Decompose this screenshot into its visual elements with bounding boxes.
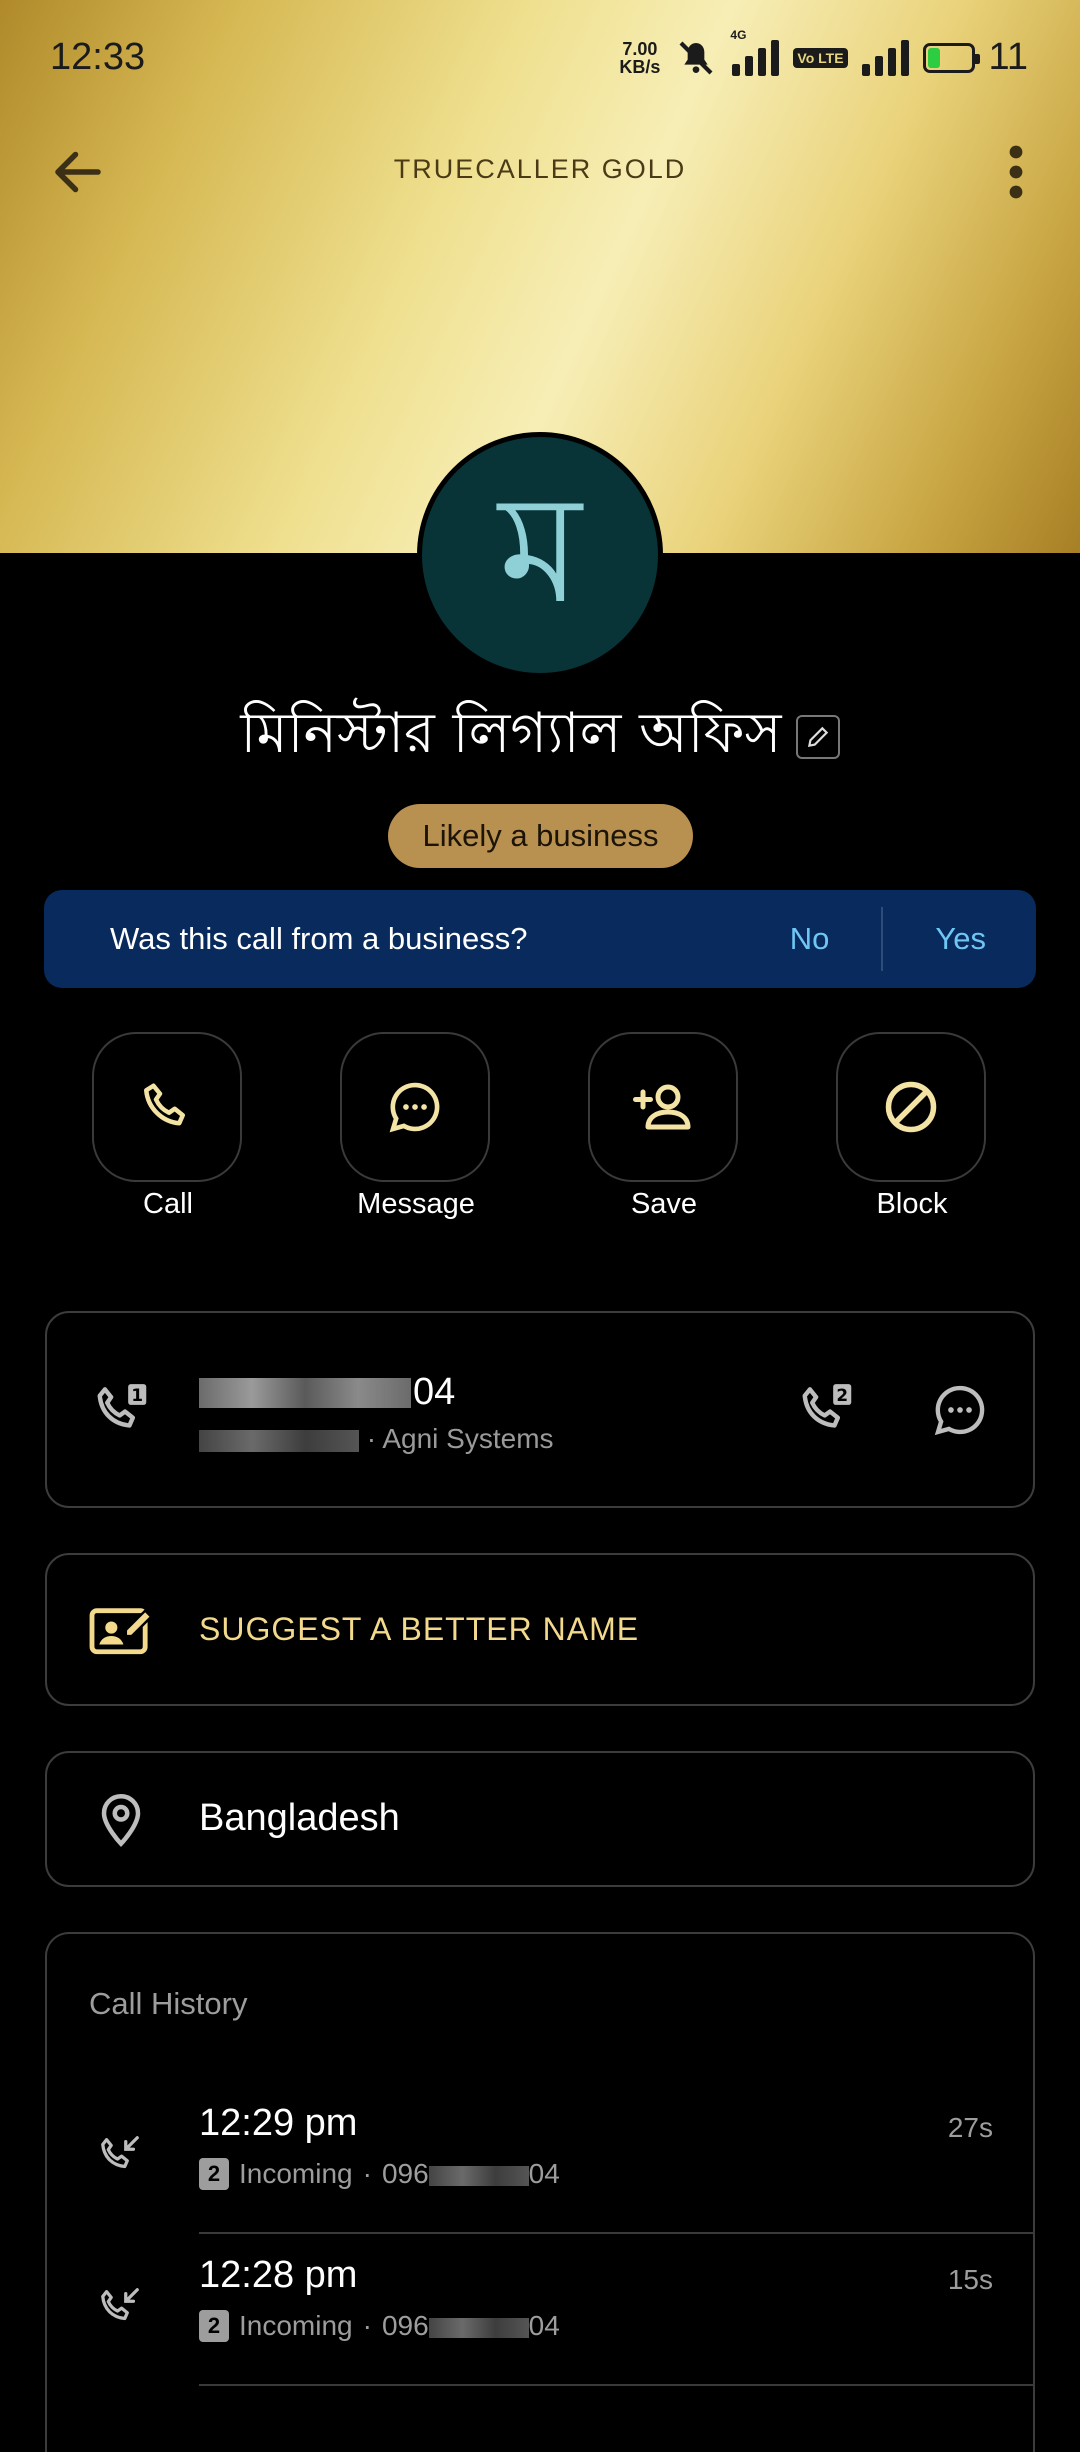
business-survey-banner: Was this call from a business? No Yes [44,890,1036,988]
call-history-row[interactable]: 12:28 pm 2 Incoming · 096 04 15s [47,2254,1035,2404]
suggest-name-label: SUGGEST A BETTER NAME [199,1611,640,1647]
battery-icon [922,42,980,73]
block-action[interactable]: Block [836,1032,988,1221]
suggest-name-card[interactable]: SUGGEST A BETTER NAME [45,1553,1035,1706]
network-speed: 7.00 KB/s [619,38,661,77]
sim2-icon: 2 [199,2310,229,2342]
sim2-call-icon[interactable]: 2 [797,1379,859,1441]
call-type: Incoming [239,2310,353,2341]
call-duration: 15s [947,2264,993,2295]
carrier-name: Agni Systems [382,1423,554,1454]
call-history-title: Call History [89,1986,248,2021]
business-badge: Likely a business [388,804,693,868]
sim2-icon: 2 [199,2158,229,2190]
call-history-card: Call History 12:29 pm 2 Incoming · 096 04… [45,1932,1035,2452]
page-title: TRUECALLER GOLD [393,154,687,184]
sim1-call-icon: 1 [97,1384,147,1428]
number-details: · Agni Systems [199,1423,554,1455]
call-action[interactable]: Call [92,1032,244,1221]
pencil-icon [807,726,828,748]
battery-level: 11 [988,36,1028,78]
call-time: 12:29 pm [199,2102,358,2144]
call-type: Incoming [239,2158,353,2189]
svg-text:2: 2 [836,1385,848,1405]
save-button[interactable] [588,1032,738,1182]
survey-yes-button[interactable]: Yes [935,921,986,957]
call-time: 12:28 pm [199,2254,358,2296]
more-options-icon[interactable] [996,142,1036,202]
avatar-letter: ম [498,463,582,637]
volte-icon: Vo LTE [793,47,848,68]
edit-contact-card-icon [89,1608,153,1655]
location-pin-icon [101,1793,141,1848]
location-card[interactable]: Bangladesh [45,1751,1035,1887]
survey-no-button[interactable]: No [790,921,830,957]
save-action[interactable]: Save [588,1032,740,1221]
row-divider [199,2232,1035,2234]
call-button[interactable] [92,1032,242,1182]
survey-question: Was this call from a business? [110,921,528,956]
status-time: 12:33 [50,36,146,78]
call-details: 2 Incoming · 096 04 [199,2158,560,2190]
contact-name: মিনিস্টার লিগ্যাল অফিস [240,701,782,766]
svg-text:1: 1 [131,1385,143,1405]
call-label: Call [143,1188,193,1220]
call-duration: 27s [947,2112,993,2143]
message-label: Message [357,1188,475,1220]
location-label: Bangladesh [199,1797,400,1839]
signal-sim1: 4G [730,28,780,76]
action-buttons: Call Message Save Block [0,1032,1080,1222]
block-button[interactable] [836,1032,986,1182]
redacted-country [199,1429,359,1452]
message-button[interactable] [340,1032,490,1182]
status-icons: 7.00 KB/s 4G Vo LTE 11 [619,28,1028,79]
message-bubble-icon [389,1082,440,1133]
phone-number-card[interactable]: 1 04 · Agni Systems 2 [45,1311,1035,1508]
phone-number: 04 [199,1371,455,1414]
avatar: ম [417,432,663,678]
call-number: 096 04 [381,2158,560,2189]
block-label: Block [876,1188,948,1220]
call-history-row[interactable]: 12:29 pm 2 Incoming · 096 04 27s [47,2102,1035,2252]
incoming-call-icon [101,2288,139,2321]
edit-name-button[interactable] [795,715,840,759]
phone-number-suffix: 04 [413,1371,456,1413]
redacted-number [199,1377,411,1408]
message-action[interactable]: Message [340,1032,492,1221]
message-icon[interactable] [929,1379,991,1441]
save-label: Save [630,1188,698,1220]
signal-sim2 [861,39,909,76]
call-details: 2 Incoming · 096 04 [199,2310,560,2342]
call-number: 096 04 [381,2310,560,2341]
phone-icon [144,1083,185,1126]
block-icon [885,1081,937,1133]
row-divider [199,2384,1035,2386]
incoming-call-icon [101,2136,139,2169]
status-bar: 12:33 7.00 KB/s 4G Vo LTE 11 [0,0,1080,120]
contact-name-row: মিনিস্টার লিগ্যাল অফিস [0,690,1080,784]
mute-icon [679,41,713,74]
top-app-bar: TRUECALLER GOLD [0,130,1080,210]
add-contact-icon [633,1084,691,1130]
survey-divider [881,907,884,971]
